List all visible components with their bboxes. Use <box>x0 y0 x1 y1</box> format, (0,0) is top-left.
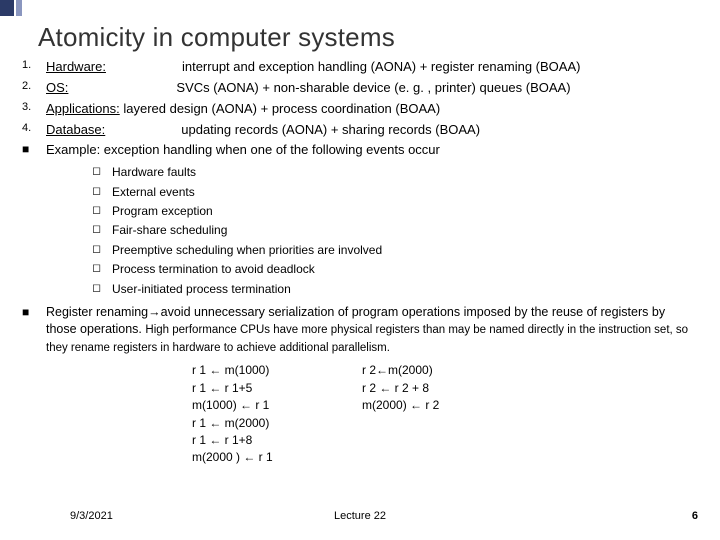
sub-text: Process termination to avoid deadlock <box>112 261 315 278</box>
arrow-icon: → <box>148 305 161 319</box>
code-line: r 1 ← m(1000) <box>192 362 362 379</box>
code-line: r 2 ← r 2 + 8 <box>362 380 532 397</box>
sub-marker: ◻ <box>92 281 112 298</box>
num-marker: 1. <box>22 58 46 77</box>
code-col-1: r 1 ← m(1000) r 1 ← r 1+5 m(1000) ← r 1 … <box>192 362 362 466</box>
code-line: r 1 ← r 1+5 <box>192 380 362 397</box>
num-marker: 3. <box>22 100 46 119</box>
accent-block-2 <box>16 0 22 16</box>
sub-text: Fair-share scheduling <box>112 222 227 239</box>
code-line: r 1 ← m(2000) <box>192 415 362 432</box>
example-intro: Example: exception handling when one of … <box>46 141 440 160</box>
sub-item: ◻User-initiated process termination <box>92 281 698 298</box>
sub-marker: ◻ <box>92 164 112 181</box>
num-marker: 4. <box>22 121 46 140</box>
footer: 9/3/2021 Lecture 22 6 <box>0 510 720 526</box>
sub-text: Program exception <box>112 203 213 220</box>
code-col-2: r 2←m(2000) r 2 ← r 2 + 8 m(2000) ← r 2 <box>362 362 532 466</box>
item-label: Database: <box>46 122 105 137</box>
footer-center: Lecture 22 <box>0 510 720 522</box>
sub-text: Hardware faults <box>112 164 196 181</box>
accent-block <box>0 0 14 16</box>
sub-marker: ◻ <box>92 261 112 278</box>
list-item: 3. Applications: layered design (AONA) +… <box>22 100 698 119</box>
code-line: m(2000 ) ← r 1 <box>192 449 362 466</box>
sub-item: ◻Hardware faults <box>92 164 698 181</box>
bullet-item: ■ Example: exception handling when one o… <box>22 141 698 160</box>
bullet-item: ■ Register renaming→avoid unnecessary se… <box>22 304 698 357</box>
sub-item: ◻Program exception <box>92 203 698 220</box>
slide-title: Atomicity in computer systems <box>38 22 395 53</box>
code-line: m(1000) ← r 1 <box>192 397 362 414</box>
item-text: SVCs (AONA) + non-sharable device (e. g.… <box>176 80 570 95</box>
sub-list: ◻Hardware faults ◻External events ◻Progr… <box>92 164 698 298</box>
slide-body: 1. Hardware: interrupt and exception hand… <box>22 58 698 467</box>
register-paragraph: Register renaming→avoid unnecessary seri… <box>46 304 698 357</box>
sub-marker: ◻ <box>92 184 112 201</box>
item-text: layered design (AONA) + process coordina… <box>123 101 440 116</box>
sub-text: External events <box>112 184 195 201</box>
reg-lead: Register renaming <box>46 305 148 319</box>
sub-item: ◻Fair-share scheduling <box>92 222 698 239</box>
item-label: OS: <box>46 80 68 95</box>
sub-text: Preemptive scheduling when priorities ar… <box>112 242 382 259</box>
item-text: interrupt and exception handling (AONA) … <box>182 59 581 74</box>
reg-small: High performance CPUs have more physical… <box>46 324 688 354</box>
bullet-marker: ■ <box>22 141 46 160</box>
code-line: r 2←m(2000) <box>362 362 532 379</box>
item-label: Applications: <box>46 101 120 116</box>
code-columns: r 1 ← m(1000) r 1 ← r 1+5 m(1000) ← r 1 … <box>192 362 698 466</box>
numbered-list: 1. Hardware: interrupt and exception hand… <box>22 58 698 139</box>
item-text: updating records (AONA) + sharing record… <box>181 122 480 137</box>
item-label: Hardware: <box>46 59 106 74</box>
num-marker: 2. <box>22 79 46 98</box>
sub-item: ◻Preemptive scheduling when priorities a… <box>92 242 698 259</box>
code-line: r 1 ← r 1+8 <box>192 432 362 449</box>
code-line: m(2000) ← r 2 <box>362 397 532 414</box>
list-item: 4. Database: updating records (AONA) + sh… <box>22 121 698 140</box>
list-item: 2. OS: SVCs (AONA) + non-sharable device … <box>22 79 698 98</box>
sub-marker: ◻ <box>92 222 112 239</box>
list-item: 1. Hardware: interrupt and exception hand… <box>22 58 698 77</box>
bullet-marker: ■ <box>22 304 46 357</box>
sub-marker: ◻ <box>92 242 112 259</box>
footer-page: 6 <box>692 510 698 522</box>
sub-item: ◻External events <box>92 184 698 201</box>
sub-marker: ◻ <box>92 203 112 220</box>
sub-item: ◻Process termination to avoid deadlock <box>92 261 698 278</box>
sub-text: User-initiated process termination <box>112 281 291 298</box>
